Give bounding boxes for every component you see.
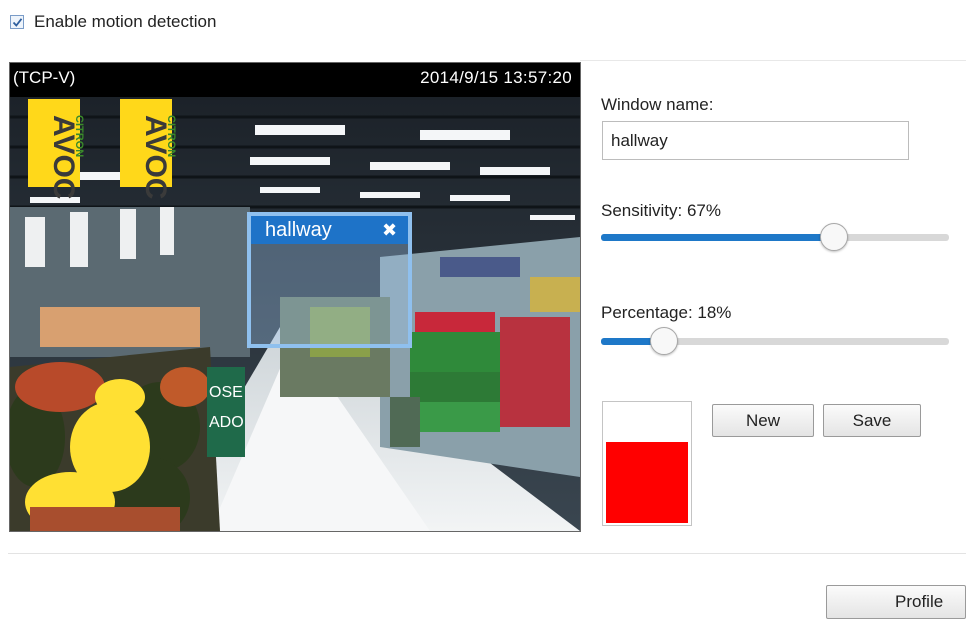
panel-top-divider	[580, 60, 966, 61]
enable-motion-detection-row: Enable motion detection	[10, 12, 216, 32]
new-button[interactable]: New	[712, 404, 814, 437]
video-header: (TCP-V) 2014/9/15 13:57:20	[10, 63, 580, 97]
checkmark-icon	[12, 17, 22, 27]
percentage-label: Percentage: 18%	[601, 303, 732, 322]
activity-meter-fill	[606, 442, 688, 523]
motion-window-title-bar[interactable]: hallway ✖	[251, 216, 408, 244]
motion-window[interactable]: hallway ✖	[247, 212, 412, 348]
sensitivity-slider-fill	[601, 234, 834, 241]
sensitivity-slider-thumb[interactable]	[820, 223, 848, 251]
activity-meter	[602, 401, 692, 526]
scene-sign-right-sub: CITRON	[165, 115, 177, 157]
percentage-slider-thumb[interactable]	[650, 327, 678, 355]
percentage-slider[interactable]	[601, 326, 949, 356]
window-name-label: Window name:	[601, 95, 714, 114]
scene-sign-green-top: OSE	[209, 384, 243, 401]
enable-motion-detection-label: Enable motion detection	[34, 12, 217, 31]
window-name-input[interactable]	[602, 121, 909, 160]
sensitivity-slider[interactable]	[601, 222, 949, 252]
motion-window-name: hallway	[265, 219, 332, 241]
sensitivity-label: Sensitivity: 67%	[601, 201, 721, 220]
close-icon[interactable]: ✖	[382, 219, 400, 240]
enable-motion-detection-checkbox[interactable]	[10, 15, 24, 29]
profile-button[interactable]: Profile	[826, 585, 966, 619]
video-protocol: (TCP-V)	[13, 68, 76, 87]
video-timestamp: 2014/9/15 13:57:20	[420, 68, 572, 87]
scene-sign-left-sub: CITRON	[73, 115, 85, 157]
video-view[interactable]: (TCP-V) 2014/9/15 13:57:20 AVOC AVOC CIT…	[9, 62, 581, 532]
panel-bottom-divider	[8, 553, 966, 554]
scene-sign-green-bottom: ADO	[209, 414, 244, 431]
save-button[interactable]: Save	[823, 404, 921, 437]
